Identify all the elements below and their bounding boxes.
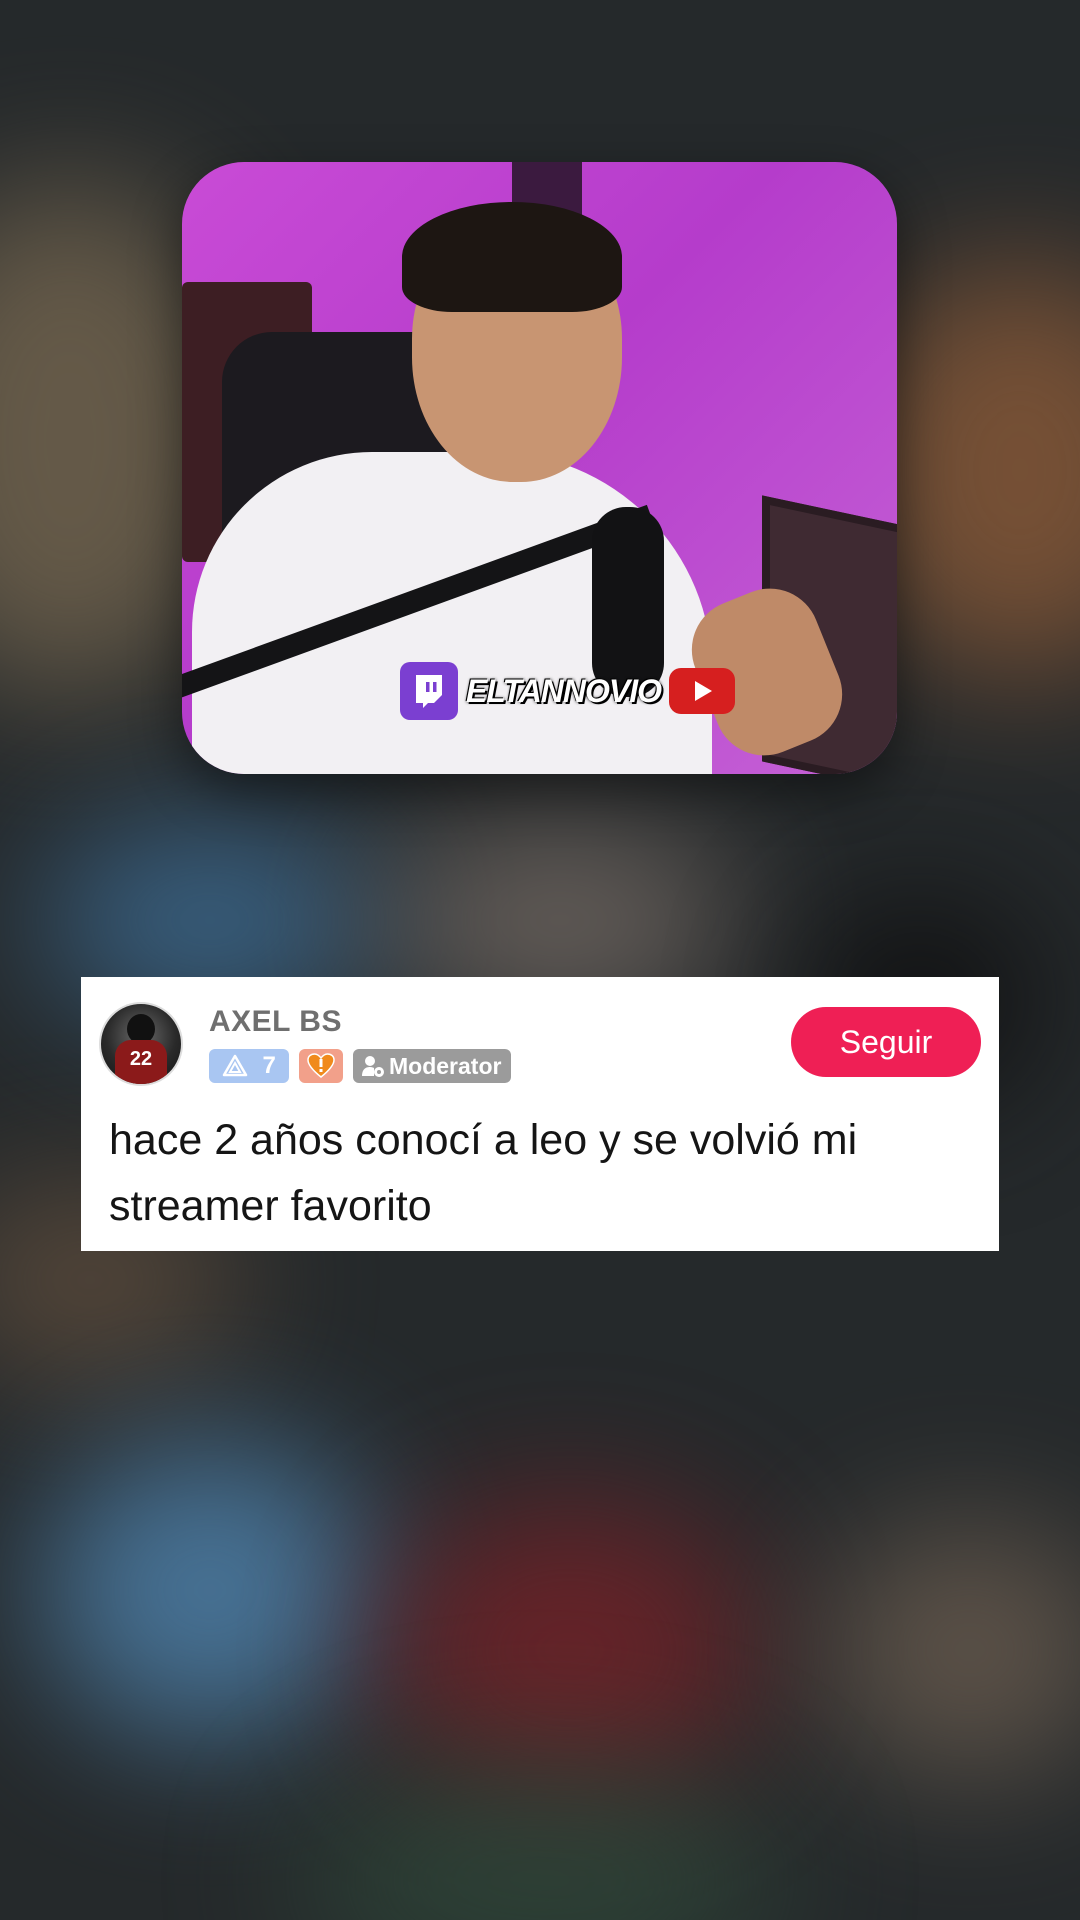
twitch-logo-icon — [400, 662, 458, 720]
comment-text: hace 2 años conocí a leo y se volvió mi … — [109, 1116, 858, 1230]
heart-badge-icon — [299, 1049, 343, 1083]
level-badge: 7 — [209, 1049, 289, 1083]
username[interactable]: AXEL BS — [209, 1005, 342, 1039]
moderator-label: Moderator — [389, 1052, 502, 1079]
triangle-level-icon — [222, 1054, 248, 1077]
video-thumbnail[interactable]: ELTANNOVIO — [182, 162, 897, 774]
comment-card: 22 AXEL BS 7 Moderator Seguir hace 2 año… — [81, 977, 999, 1251]
moderator-badge: Moderator — [353, 1049, 512, 1083]
channel-watermark: ELTANNOVIO — [400, 662, 736, 720]
watermark-text: ELTANNOVIO — [466, 672, 662, 709]
moderator-person-icon — [362, 1056, 384, 1077]
follow-button[interactable]: Seguir — [791, 1007, 981, 1077]
user-badges: 7 Moderator — [209, 1049, 512, 1083]
streamer-hair — [402, 202, 622, 312]
youtube-play-icon — [669, 668, 736, 714]
avatar-jersey-number: 22 — [115, 1040, 167, 1084]
avatar[interactable]: 22 — [99, 1002, 183, 1086]
level-number: 7 — [262, 1052, 276, 1079]
